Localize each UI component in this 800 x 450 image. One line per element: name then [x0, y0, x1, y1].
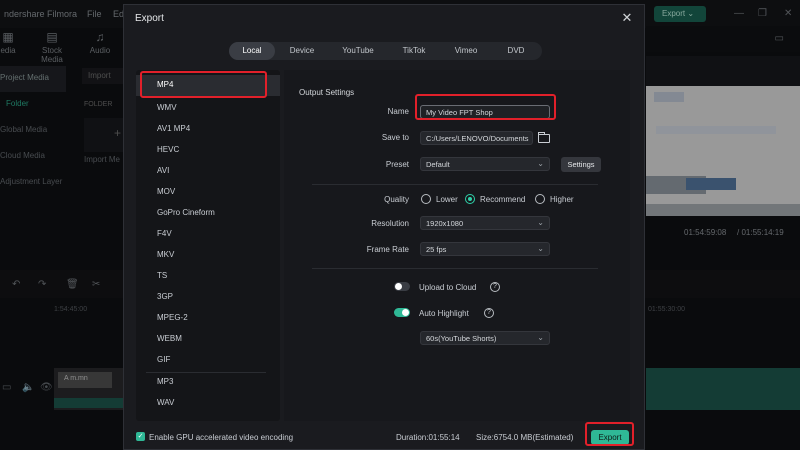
export-dialog: Export ✕ Local Device YouTube TikTok Vim…	[123, 4, 645, 450]
settings-divider-2	[312, 268, 598, 269]
gpu-checkbox[interactable]: ✓	[136, 432, 145, 441]
frame-rate-label: Frame Rate	[366, 245, 409, 254]
output-settings-title: Output Settings	[299, 88, 355, 97]
settings-button[interactable]: Settings	[561, 157, 601, 172]
export-tabs: Local Device YouTube TikTok Vimeo DVD	[229, 42, 542, 60]
format-mpeg2[interactable]: MPEG-2	[136, 308, 280, 329]
quality-higher-radio[interactable]	[535, 194, 545, 204]
format-webm[interactable]: WEBM	[136, 329, 280, 350]
save-to-label: Save to	[381, 133, 409, 142]
format-f4v[interactable]: F4V	[136, 224, 280, 245]
format-av1-mp4[interactable]: AV1 MP4	[136, 119, 280, 140]
settings-divider	[312, 184, 598, 185]
format-3gp[interactable]: 3GP	[136, 287, 280, 308]
format-mp3[interactable]: MP3	[136, 372, 280, 393]
output-settings-panel: Output Settings Name My Video FPT Shop S…	[284, 70, 630, 421]
quality-lower-radio[interactable]	[421, 194, 431, 204]
format-wav[interactable]: WAV	[136, 393, 280, 414]
quality-recommend-label: Recommend	[480, 195, 526, 204]
tab-tiktok[interactable]: TikTok	[389, 42, 439, 60]
tab-youtube[interactable]: YouTube	[329, 42, 387, 60]
format-ts[interactable]: TS	[136, 266, 280, 287]
chevron-down-icon: ⌄	[537, 244, 544, 253]
format-avi[interactable]: AVI	[136, 161, 280, 182]
export-button[interactable]: Export	[591, 430, 629, 445]
chevron-down-icon: ⌄	[537, 333, 544, 342]
quality-recommend-radio[interactable]	[465, 194, 475, 204]
format-hevc[interactable]: HEVC	[136, 140, 280, 161]
format-gif[interactable]: GIF	[136, 350, 280, 371]
save-path-field[interactable]: C:/Users/LENOVO/Documents	[420, 131, 533, 145]
upload-cloud-label: Upload to Cloud	[419, 283, 477, 292]
chevron-down-icon: ⌄	[537, 218, 544, 227]
duration-text: Duration:01:55:14	[396, 433, 460, 442]
name-field[interactable]: My Video FPT Shop	[420, 105, 550, 119]
format-gopro-cineform[interactable]: GoPro Cineform	[136, 203, 280, 224]
preset-select[interactable]: Default ⌄	[420, 157, 550, 171]
format-mov[interactable]: MOV	[136, 182, 280, 203]
resolution-label: Resolution	[371, 219, 409, 228]
dialog-title: Export	[135, 13, 164, 24]
auto-highlight-label: Auto Highlight	[419, 309, 469, 318]
highlight-duration-select[interactable]: 60s(YouTube Shorts) ⌄	[420, 331, 550, 345]
frame-rate-select[interactable]: 25 fps ⌄	[420, 242, 550, 256]
format-mkv[interactable]: MKV	[136, 245, 280, 266]
help-icon[interactable]: ?	[490, 282, 500, 292]
close-icon[interactable]: ✕	[620, 10, 634, 25]
upload-cloud-toggle[interactable]	[394, 282, 410, 291]
gpu-label: Enable GPU accelerated video encoding	[149, 433, 294, 442]
format-mp4[interactable]: MP4	[136, 75, 280, 96]
size-text: Size:6754.0 MB(Estimated)	[476, 433, 574, 442]
tab-local[interactable]: Local	[229, 42, 275, 60]
format-list: MP4 WMV AV1 MP4 HEVC AVI MOV GoPro Cinef…	[136, 70, 280, 421]
name-label: Name	[387, 107, 409, 116]
preset-label: Preset	[385, 160, 409, 169]
tab-vimeo[interactable]: Vimeo	[441, 42, 491, 60]
app-window: ndershare Filmora File Ed Export ⌄ — ❐ ✕…	[0, 0, 800, 450]
tab-dvd[interactable]: DVD	[493, 42, 539, 60]
tab-device[interactable]: Device	[277, 42, 327, 60]
quality-lower-label: Lower	[436, 195, 458, 204]
help-icon[interactable]: ?	[484, 308, 494, 318]
resolution-select[interactable]: 1920x1080 ⌄	[420, 216, 550, 230]
quality-label: Quality	[384, 195, 409, 204]
chevron-down-icon: ⌄	[537, 159, 544, 168]
auto-highlight-toggle[interactable]	[394, 308, 410, 317]
folder-icon[interactable]	[538, 132, 550, 143]
format-wmv[interactable]: WMV	[136, 98, 280, 119]
quality-higher-label: Higher	[550, 195, 574, 204]
